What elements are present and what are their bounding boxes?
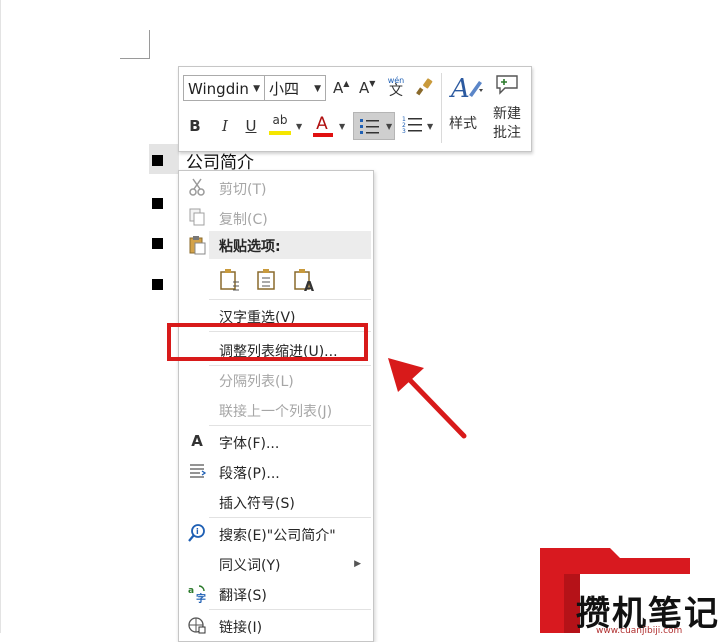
grow-font-button[interactable]: A▲ xyxy=(333,79,349,97)
chevron-down-icon[interactable]: ▼ xyxy=(339,122,345,131)
font-icon: A xyxy=(191,432,203,450)
menu-separator xyxy=(209,609,371,610)
numbering-button[interactable]: 1 2 3 xyxy=(401,113,425,141)
annotation-highlight-box xyxy=(167,323,368,361)
menu-item-synonyms[interactable]: 同义词(Y) xyxy=(219,555,280,575)
highlight-icon: ab xyxy=(272,113,288,127)
context-menu: 剪切(T) 复制(C) 粘贴选项: A 汉字重选(V) 调整列表缩进(U)...… xyxy=(178,170,374,642)
font-name-combo[interactable]: Wingdin ▼ xyxy=(183,75,265,101)
bullets-button[interactable]: ▼ xyxy=(353,112,395,140)
bullet-1[interactable] xyxy=(152,155,163,166)
menu-item-insert-symbol[interactable]: 插入符号(S) xyxy=(219,493,295,513)
paste-options-label: 粘贴选项: xyxy=(219,239,281,255)
font-color-icon: A xyxy=(316,114,328,134)
font-color-button[interactable]: A xyxy=(313,114,331,134)
styles-icon: A xyxy=(449,74,483,104)
watermark: 攒机笔记 www.cuanjibiji.com xyxy=(540,548,720,636)
underline-button[interactable]: U xyxy=(243,117,259,135)
mini-toolbar: Wingdin ▼ 小四 ▼ A▲ A▼ wén 文 A 样式 新建 批注 B … xyxy=(178,66,532,152)
svg-text:A: A xyxy=(304,280,314,292)
bullet-2[interactable] xyxy=(152,198,163,209)
font-name-value: Wingdin xyxy=(188,80,249,98)
crop-mark xyxy=(149,30,150,59)
submenu-arrow-icon: ▶ xyxy=(354,559,361,569)
styles-label: 样式 xyxy=(449,116,477,132)
styles-button[interactable]: A xyxy=(447,73,487,107)
bold-button[interactable]: B xyxy=(187,117,203,135)
translate-icon: a字 xyxy=(187,583,207,605)
chevron-down-icon[interactable]: ▼ xyxy=(296,122,302,131)
svg-text:i: i xyxy=(196,527,199,536)
menu-item-translate[interactable]: 翻译(S) xyxy=(219,585,267,605)
bullet-4[interactable] xyxy=(152,279,163,290)
svg-text:A: A xyxy=(449,74,470,103)
svg-text:3: 3 xyxy=(402,128,406,135)
menu-separator xyxy=(209,365,371,366)
new-comment-button[interactable] xyxy=(491,73,523,99)
phonetic-guide-button[interactable]: wén 文 xyxy=(385,75,407,99)
menu-item-cut[interactable]: 剪切(T) xyxy=(219,179,266,199)
crop-mark xyxy=(120,58,150,59)
new-comment-label: 新建 批注 xyxy=(493,106,521,141)
clipboard-icon xyxy=(187,235,207,255)
shrink-font-button[interactable]: A▼ xyxy=(359,79,375,97)
highlight-color-bar xyxy=(269,131,291,135)
grow-font-icon: A xyxy=(333,79,344,97)
paste-merge-icon[interactable] xyxy=(256,268,278,292)
menu-item-separate-list[interactable]: 分隔列表(L) xyxy=(219,371,294,391)
numbered-list-icon: 1 2 3 xyxy=(402,116,422,135)
font-color-bar xyxy=(313,133,333,137)
annotation-arrow xyxy=(388,358,467,439)
bullet-list-icon xyxy=(360,119,379,134)
chevron-down-icon: ▼ xyxy=(314,84,321,94)
link-icon xyxy=(187,615,207,635)
menu-item-copy[interactable]: 复制(C) xyxy=(219,209,268,229)
chevron-down-icon[interactable]: ▼ xyxy=(427,122,433,131)
menu-item-search[interactable]: 搜索(E)"公司简介" xyxy=(219,525,336,545)
copy-icon xyxy=(187,207,207,227)
phonetic-bottom: 文 xyxy=(389,83,403,99)
format-painter-button[interactable] xyxy=(415,77,435,101)
menu-item-link[interactable]: 链接(I) xyxy=(219,617,262,637)
paragraph-icon xyxy=(187,461,207,481)
watermark-url: www.cuanjibiji.com xyxy=(596,626,683,636)
new-comment-icon xyxy=(496,75,518,95)
search-icon: i xyxy=(187,523,207,543)
font-size-value: 小四 xyxy=(269,80,300,98)
bullet-3[interactable] xyxy=(152,238,163,249)
scissors-icon xyxy=(187,177,207,197)
shrink-font-icon: A xyxy=(359,79,370,97)
highlight-button[interactable]: ab xyxy=(269,113,291,127)
menu-separator xyxy=(209,425,371,426)
menu-item-join-previous-list[interactable]: 联接上一个列表(J) xyxy=(219,401,332,421)
paste-keep-source-icon[interactable] xyxy=(219,268,241,292)
italic-button[interactable]: I xyxy=(217,117,233,135)
font-size-combo[interactable]: 小四 ▼ xyxy=(264,75,326,101)
svg-text:字: 字 xyxy=(196,592,206,603)
menu-item-font[interactable]: 字体(F)... xyxy=(219,433,279,453)
menu-separator xyxy=(209,517,371,518)
chevron-down-icon: ▼ xyxy=(253,84,260,94)
format-painter-icon xyxy=(416,78,433,96)
page-edge xyxy=(0,0,1,633)
svg-text:a: a xyxy=(188,586,194,596)
menu-item-paragraph[interactable]: 段落(P)... xyxy=(219,463,280,483)
paste-text-only-icon[interactable]: A xyxy=(293,268,315,295)
menu-separator xyxy=(209,299,371,300)
chevron-down-icon: ▼ xyxy=(386,122,393,131)
toolbar-divider xyxy=(441,73,442,143)
